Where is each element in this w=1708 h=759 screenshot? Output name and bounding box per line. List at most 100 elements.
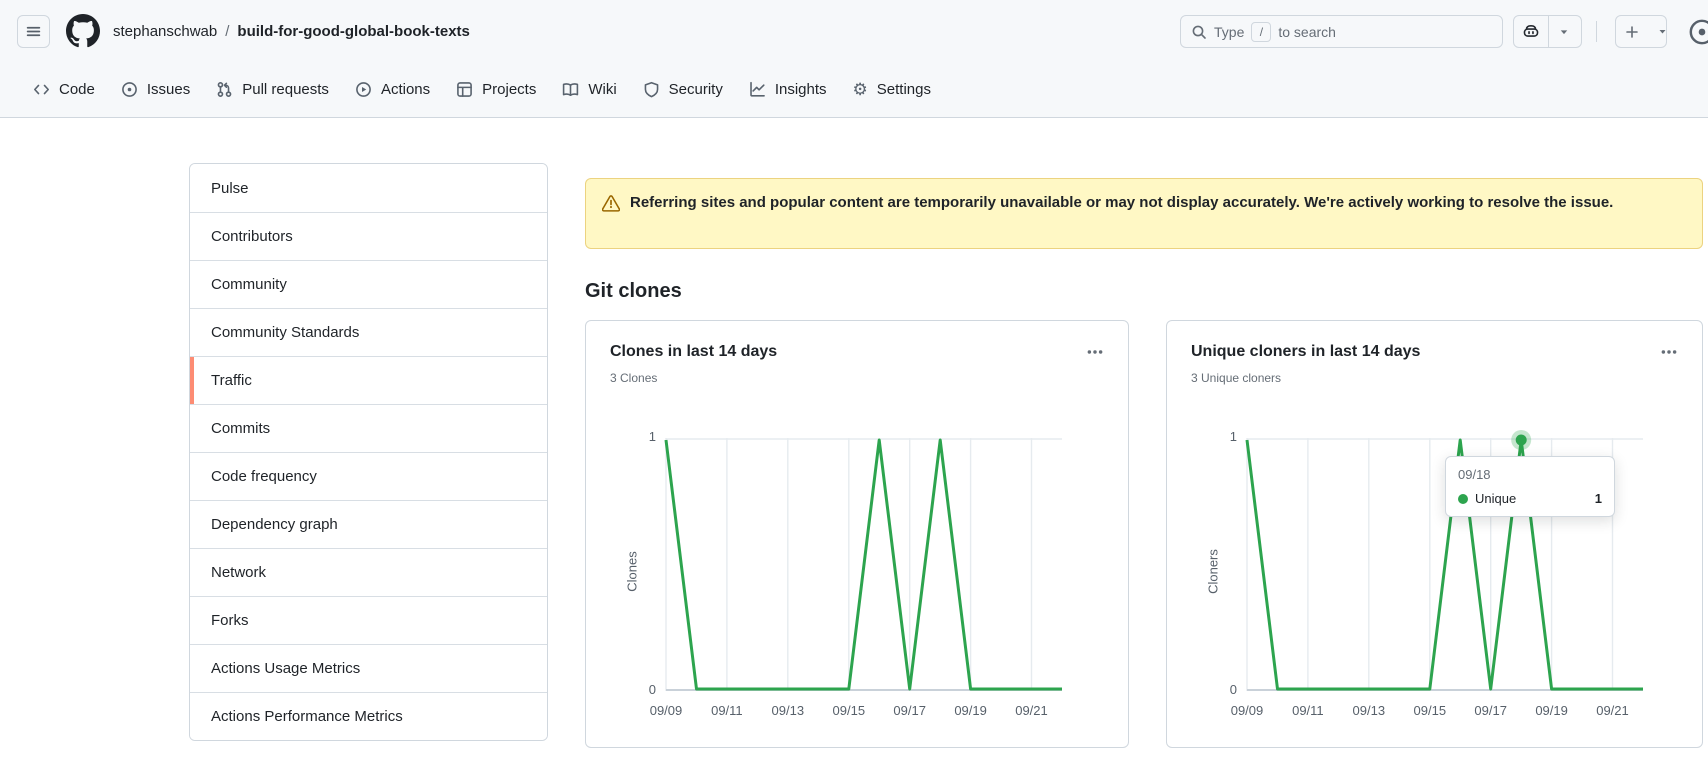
plus-half[interactable] xyxy=(1616,16,1648,47)
tooltip-series-dot xyxy=(1458,494,1468,504)
plus-icon xyxy=(1624,24,1640,40)
sidebar-item-label: Forks xyxy=(211,612,249,629)
sidebar-item-network[interactable]: Network xyxy=(190,548,547,596)
x-tick-label: 09/19 xyxy=(941,703,1001,718)
tab-label: Code xyxy=(59,81,95,98)
selected-accent-bar xyxy=(190,261,194,308)
x-tick-label: 09/19 xyxy=(1522,703,1582,718)
github-repo-traffic-page: stephanschwab / build-for-good-global-bo… xyxy=(0,0,1708,759)
tab-settings[interactable]: ⚙ Settings xyxy=(840,73,944,106)
breadcrumb-owner-link[interactable]: stephanschwab xyxy=(113,23,217,40)
y-tick-0: 0 xyxy=(622,682,656,697)
alert-icon xyxy=(602,194,620,212)
copilot-button[interactable] xyxy=(1513,15,1582,48)
plus-dropdown-half[interactable] xyxy=(1648,16,1677,47)
tab-label: Pull requests xyxy=(242,81,329,98)
x-axis-labels: 09/0909/1109/1309/1509/1709/1909/21 xyxy=(1247,703,1643,721)
warning-banner-text: Referring sites and popular content are … xyxy=(630,191,1613,236)
sidebar-item-code-frequency[interactable]: Code frequency xyxy=(190,452,547,500)
sidebar-item-actions-usage-metrics[interactable]: Actions Usage Metrics xyxy=(190,644,547,692)
x-tick-label: 09/15 xyxy=(819,703,879,718)
selected-accent-bar xyxy=(190,549,194,596)
clones-card-title: Clones in last 14 days xyxy=(610,343,777,361)
y-tick-1: 1 xyxy=(1203,429,1237,444)
tab-issues[interactable]: Issues xyxy=(108,73,203,106)
breadcrumb-repo-link[interactable]: build-for-good-global-book-texts xyxy=(237,23,469,40)
tab-label: Wiki xyxy=(588,81,616,98)
sidebar-item-community-standards[interactable]: Community Standards xyxy=(190,308,547,356)
tab-insights[interactable]: Insights xyxy=(736,73,840,106)
global-search-input[interactable]: Type / to search xyxy=(1180,15,1503,48)
insights-icon xyxy=(749,81,766,98)
clones-chart-plot[interactable] xyxy=(666,438,1062,691)
github-logo[interactable] xyxy=(66,14,100,48)
tab-label: Actions xyxy=(381,81,430,98)
slash-key-hint: / xyxy=(1251,22,1271,42)
tab-security[interactable]: Security xyxy=(630,73,736,106)
sidebar-item-community[interactable]: Community xyxy=(190,260,547,308)
y-tick-0: 0 xyxy=(1203,682,1237,697)
warning-banner: Referring sites and popular content are … xyxy=(585,178,1703,249)
x-tick-label: 09/17 xyxy=(1461,703,1521,718)
security-icon xyxy=(643,81,660,98)
sidebar-item-label: Traffic xyxy=(211,372,252,389)
unique-cloners-card-title: Unique cloners in last 14 days xyxy=(1191,343,1420,361)
tab-code[interactable]: Code xyxy=(20,73,108,106)
circle-dot-icon xyxy=(1688,18,1708,46)
selected-accent-bar xyxy=(190,164,194,212)
x-tick-label: 09/17 xyxy=(880,703,940,718)
copilot-icon-half[interactable] xyxy=(1514,16,1548,47)
create-new-button[interactable] xyxy=(1615,15,1667,48)
sidebar-item-pulse[interactable]: Pulse xyxy=(190,164,547,212)
tab-label: Insights xyxy=(775,81,827,98)
x-tick-label: 09/21 xyxy=(1583,703,1643,718)
breadcrumb: stephanschwab / build-for-good-global-bo… xyxy=(113,0,470,62)
tab-actions[interactable]: Actions xyxy=(342,73,443,106)
tab-pull-requests[interactable]: Pull requests xyxy=(203,73,342,106)
x-tick-label: 09/13 xyxy=(1339,703,1399,718)
sidebar-item-label: Dependency graph xyxy=(211,516,338,533)
sidebar-item-actions-performance-metrics[interactable]: Actions Performance Metrics xyxy=(190,692,547,740)
search-icon xyxy=(1191,24,1207,40)
tooltip-series-name: Unique xyxy=(1475,491,1516,506)
tab-projects[interactable]: Projects xyxy=(443,73,549,106)
tab-wiki[interactable]: Wiki xyxy=(549,73,629,106)
breadcrumb-separator: / xyxy=(225,23,229,40)
tab-label: Security xyxy=(669,81,723,98)
search-placeholder-prefix: Type xyxy=(1214,24,1244,40)
search-placeholder-suffix: to search xyxy=(1278,24,1336,40)
selected-accent-bar xyxy=(190,213,194,260)
sidebar-item-label: Network xyxy=(211,564,266,581)
sidebar-item-commits[interactable]: Commits xyxy=(190,404,547,452)
sidebar-item-contributors[interactable]: Contributors xyxy=(190,212,547,260)
selected-accent-bar xyxy=(190,597,194,644)
copilot-icon xyxy=(1522,23,1540,41)
projects-icon xyxy=(456,81,473,98)
header-divider xyxy=(1596,21,1597,42)
unique-cloners-card-summary: 3 Unique cloners xyxy=(1191,371,1281,385)
settings-icon: ⚙ xyxy=(853,81,868,98)
chart-tooltip: 09/18 Unique 1 xyxy=(1445,456,1615,517)
x-tick-label: 09/11 xyxy=(1278,703,1338,718)
repo-nav-tabs: Code Issues Pull requests Actions Projects Wi… xyxy=(0,62,1708,118)
git-clones-heading: Git clones xyxy=(585,280,682,303)
pull-request-icon xyxy=(216,81,233,98)
code-icon xyxy=(33,81,50,98)
copilot-dropdown-half[interactable] xyxy=(1549,16,1579,47)
selected-accent-bar xyxy=(190,309,194,356)
insights-sidebar: PulseContributorsCommunity Community Stan… xyxy=(189,163,548,741)
sidebar-item-traffic[interactable]: Traffic xyxy=(190,356,547,404)
sidebar-item-label: Actions Performance Metrics xyxy=(211,708,403,725)
unique-cloners-card-menu-button[interactable] xyxy=(1656,341,1682,363)
sidebar-item-dependency-graph[interactable]: Dependency graph xyxy=(190,500,547,548)
hamburger-menu-button[interactable] xyxy=(17,15,50,48)
sidebar-item-forks[interactable]: Forks xyxy=(190,596,547,644)
issue-opened-icon-clipped[interactable] xyxy=(1688,18,1708,46)
unique-cloners-chart-plot[interactable]: 09/18 Unique 1 xyxy=(1247,438,1643,691)
y-axis-label: Cloners xyxy=(1206,512,1221,632)
clones-line-chart xyxy=(666,438,1062,691)
app-header: stephanschwab / build-for-good-global-bo… xyxy=(0,0,1708,62)
sidebar-item-label: Community Standards xyxy=(211,324,359,341)
clones-card-menu-button[interactable] xyxy=(1082,341,1108,363)
tab-label: Settings xyxy=(877,81,931,98)
